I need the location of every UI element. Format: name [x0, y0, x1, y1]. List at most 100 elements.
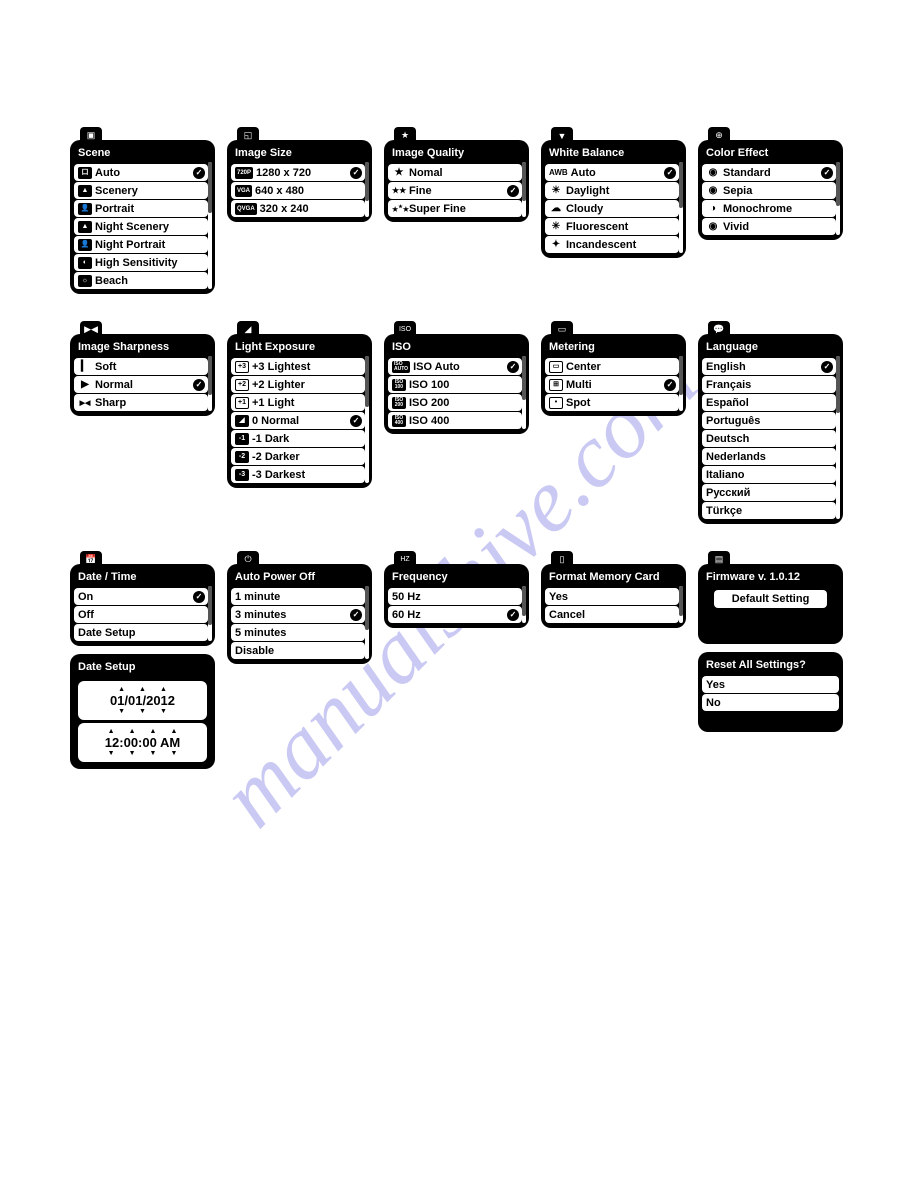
wb-tab-icon: ▼ — [551, 127, 573, 144]
wb-cloudy[interactable]: ☁Cloudy — [545, 200, 679, 217]
iso-menu: ISO ISO ISOAUTOISO Auto ISO100ISO 100 IS… — [384, 334, 529, 434]
date-setup-time[interactable]: ▲▲▲▲ 12:00:00 AM ▼▼▼▼ — [78, 723, 207, 762]
size-qvga[interactable]: QVGA320 x 240 — [231, 200, 365, 217]
format-cancel[interactable]: Cancel — [545, 606, 679, 623]
exp-m3[interactable]: -3-3 Darkest — [231, 466, 365, 483]
sharp-soft[interactable]: ▎Soft — [74, 358, 208, 375]
scene-item-auto[interactable]: 口Auto — [74, 164, 208, 181]
lang-espanol[interactable]: Español — [702, 394, 836, 411]
quality-normal[interactable]: ★Nomal — [388, 164, 522, 181]
row-1: ▣ Scene 口Auto ▲Scenery 👤Portrait ▲Night … — [70, 140, 858, 294]
scene-title: Scene — [74, 143, 211, 164]
freq-tab-icon: HZ — [394, 551, 416, 568]
date-off[interactable]: Off — [74, 606, 208, 623]
quality-tab-icon: ★ — [394, 127, 416, 144]
reset-title: Reset All Settings? — [702, 655, 839, 676]
color-vivid[interactable]: ◉Vivid — [702, 218, 836, 235]
scene-item-beach[interactable]: ☼Beach — [74, 272, 208, 289]
size-vga[interactable]: VGA640 x 480 — [231, 182, 365, 199]
wb-incandescent[interactable]: ✦Incandescent — [545, 236, 679, 253]
wb-auto[interactable]: AWBAuto — [545, 164, 679, 181]
color-title: Color Effect — [702, 143, 839, 164]
color-tab-icon: ⊕ — [708, 127, 730, 144]
auto-power-off-menu: ⏻ Auto Power Off 1 minute 3 minutes 5 mi… — [227, 564, 372, 664]
exposure-tab-icon: ◢ — [237, 321, 259, 338]
size-720p[interactable]: 720P1280 x 720 — [231, 164, 365, 181]
iso-100[interactable]: ISO100ISO 100 — [388, 376, 522, 393]
size-title: Image Size — [231, 143, 368, 164]
sharpness-tab-icon: ▶◀ — [80, 321, 102, 338]
scene-item-high-sensitivity[interactable]: ◐High Sensitivity — [74, 254, 208, 271]
date-setup-title: Date Setup — [74, 657, 211, 678]
power-disable[interactable]: Disable — [231, 642, 365, 659]
format-yes[interactable]: Yes — [545, 588, 679, 605]
power-1min[interactable]: 1 minute — [231, 588, 365, 605]
format-memory-menu: ▯ Format Memory Card Yes Cancel — [541, 564, 686, 628]
row-2: ▶◀ Image Sharpness ▎Soft ▶Normal ▶◀Sharp… — [70, 334, 858, 524]
wb-daylight[interactable]: ☀Daylight — [545, 182, 679, 199]
exp-m2[interactable]: -2-2 Darker — [231, 448, 365, 465]
size-tab-icon: ◱ — [237, 127, 259, 144]
exp-p1[interactable]: +1+1 Light — [231, 394, 365, 411]
scene-item-portrait[interactable]: 👤Portrait — [74, 200, 208, 217]
lang-deutsch[interactable]: Deutsch — [702, 430, 836, 447]
quality-fine[interactable]: ★★Fine — [388, 182, 522, 199]
default-setting-button[interactable]: Default Setting — [714, 590, 827, 608]
exposure-title: Light Exposure — [231, 337, 368, 358]
wb-title: White Balance — [545, 143, 682, 164]
exp-0[interactable]: ◢0 Normal — [231, 412, 365, 429]
menu-reference-page: ▣ Scene 口Auto ▲Scenery 👤Portrait ▲Night … — [0, 0, 918, 849]
meter-spot[interactable]: •Spot — [545, 394, 679, 411]
exp-m1[interactable]: -1-1 Dark — [231, 430, 365, 447]
meter-center[interactable]: ▭Center — [545, 358, 679, 375]
color-standard[interactable]: ◉Standard — [702, 164, 836, 181]
date-setup-item[interactable]: Date Setup — [74, 624, 208, 641]
quality-super-fine[interactable]: ★★★Super Fine — [388, 200, 522, 217]
sharpness-title: Image Sharpness — [74, 337, 211, 358]
power-3min[interactable]: 3 minutes — [231, 606, 365, 623]
metering-tab-icon: ▭ — [551, 321, 573, 338]
lang-italiano[interactable]: Italiano — [702, 466, 836, 483]
format-title: Format Memory Card — [545, 567, 682, 588]
scene-item-night-scenery[interactable]: ▲Night Scenery — [74, 218, 208, 235]
date-tab-icon: 📅 — [80, 551, 102, 568]
lang-nederlands[interactable]: Nederlands — [702, 448, 836, 465]
iso-200[interactable]: ISO200ISO 200 — [388, 394, 522, 411]
lang-portugues[interactable]: Português — [702, 412, 836, 429]
scene-menu: ▣ Scene 口Auto ▲Scenery 👤Portrait ▲Night … — [70, 140, 215, 294]
sharpness-menu: ▶◀ Image Sharpness ▎Soft ▶Normal ▶◀Sharp — [70, 334, 215, 416]
color-monochrome[interactable]: ◑Monochrome — [702, 200, 836, 217]
language-menu: 💬 Language English Français Español Port… — [698, 334, 843, 524]
lang-english[interactable]: English — [702, 358, 836, 375]
meter-multi[interactable]: ⊞Multi — [545, 376, 679, 393]
sharp-sharp[interactable]: ▶◀Sharp — [74, 394, 208, 411]
reset-yes[interactable]: Yes — [702, 676, 839, 693]
date-on[interactable]: On — [74, 588, 208, 605]
iso-auto[interactable]: ISOAUTOISO Auto — [388, 358, 522, 375]
scene-item-scenery[interactable]: ▲Scenery — [74, 182, 208, 199]
frequency-menu: HZ Frequency 50 Hz 60 Hz — [384, 564, 529, 628]
date-title: Date / Time — [74, 567, 211, 588]
freq-60[interactable]: 60 Hz — [388, 606, 522, 623]
scene-item-night-portrait[interactable]: 👤Night Portrait — [74, 236, 208, 253]
reset-no[interactable]: No — [702, 694, 839, 711]
format-tab-icon: ▯ — [551, 551, 573, 568]
date-setup-menu: Date Setup ▲▲▲ 01/01/2012 ▼▼▼ ▲▲▲▲ 12:00… — [70, 654, 215, 769]
power-title: Auto Power Off — [231, 567, 368, 588]
lang-francais[interactable]: Français — [702, 376, 836, 393]
lang-russian[interactable]: Русский — [702, 484, 836, 501]
exp-p2[interactable]: +2+2 Lighter — [231, 376, 365, 393]
power-5min[interactable]: 5 minutes — [231, 624, 365, 641]
freq-50[interactable]: 50 Hz — [388, 588, 522, 605]
date-setup-date[interactable]: ▲▲▲ 01/01/2012 ▼▼▼ — [78, 681, 207, 720]
exposure-menu: ◢ Light Exposure +3+3 Lightest +2+2 Ligh… — [227, 334, 372, 488]
wb-fluorescent[interactable]: ✳Fluorescent — [545, 218, 679, 235]
color-sepia[interactable]: ◉Sepia — [702, 182, 836, 199]
firmware-title: Firmware v. 1.0.12 — [702, 567, 839, 588]
iso-tab-icon: ISO — [394, 321, 416, 338]
iso-400[interactable]: ISO400ISO 400 — [388, 412, 522, 429]
sharp-normal[interactable]: ▶Normal — [74, 376, 208, 393]
firmware-tab-icon: ▤ — [708, 551, 730, 568]
exp-p3[interactable]: +3+3 Lightest — [231, 358, 365, 375]
lang-turkce[interactable]: Türkçe — [702, 502, 836, 519]
